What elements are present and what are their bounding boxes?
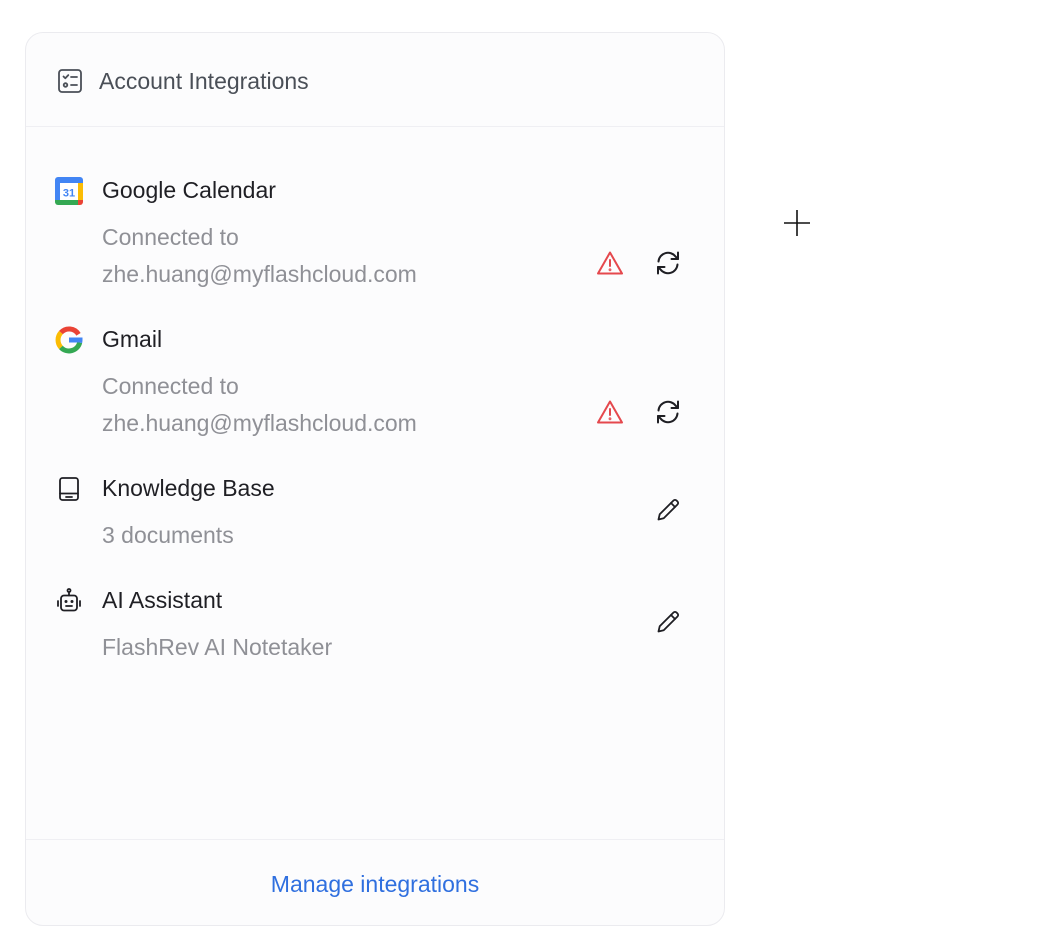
integration-status: Connected to xyxy=(102,224,239,250)
google-calendar-icon: 31 xyxy=(55,177,83,205)
calendar-day-number: 31 xyxy=(63,188,75,200)
integration-status: 3 documents xyxy=(102,522,234,548)
manage-integrations-link[interactable]: Manage integrations xyxy=(26,870,724,898)
card-header: Account Integrations xyxy=(26,33,724,127)
integration-name: Google Calendar xyxy=(102,177,276,203)
robot-icon xyxy=(55,587,83,615)
google-g-icon xyxy=(55,326,83,354)
integration-status: FlashRev AI Notetaker xyxy=(102,634,333,660)
checklist-icon xyxy=(56,67,84,95)
card-title: Account Integrations xyxy=(99,68,309,94)
integration-account: zhe.huang@myflashcloud.com xyxy=(102,410,417,436)
integration-name: Knowledge Base xyxy=(102,475,275,501)
integrations-card: Account Integrations 31 Google Calendar … xyxy=(25,32,725,926)
crosshair-cursor-icon xyxy=(781,207,813,239)
book-icon xyxy=(55,475,83,503)
integration-name: AI Assistant xyxy=(102,587,223,613)
pencil-icon[interactable] xyxy=(652,494,684,526)
warning-icon[interactable] xyxy=(594,396,626,428)
integration-status: Connected to xyxy=(102,373,239,399)
warning-icon[interactable] xyxy=(594,247,626,279)
pencil-icon[interactable] xyxy=(652,606,684,638)
integration-name: Gmail xyxy=(102,326,163,352)
card-footer: Manage integrations xyxy=(26,839,724,925)
integration-account: zhe.huang@myflashcloud.com xyxy=(102,261,417,287)
refresh-icon[interactable] xyxy=(652,396,684,428)
refresh-icon[interactable] xyxy=(652,247,684,279)
